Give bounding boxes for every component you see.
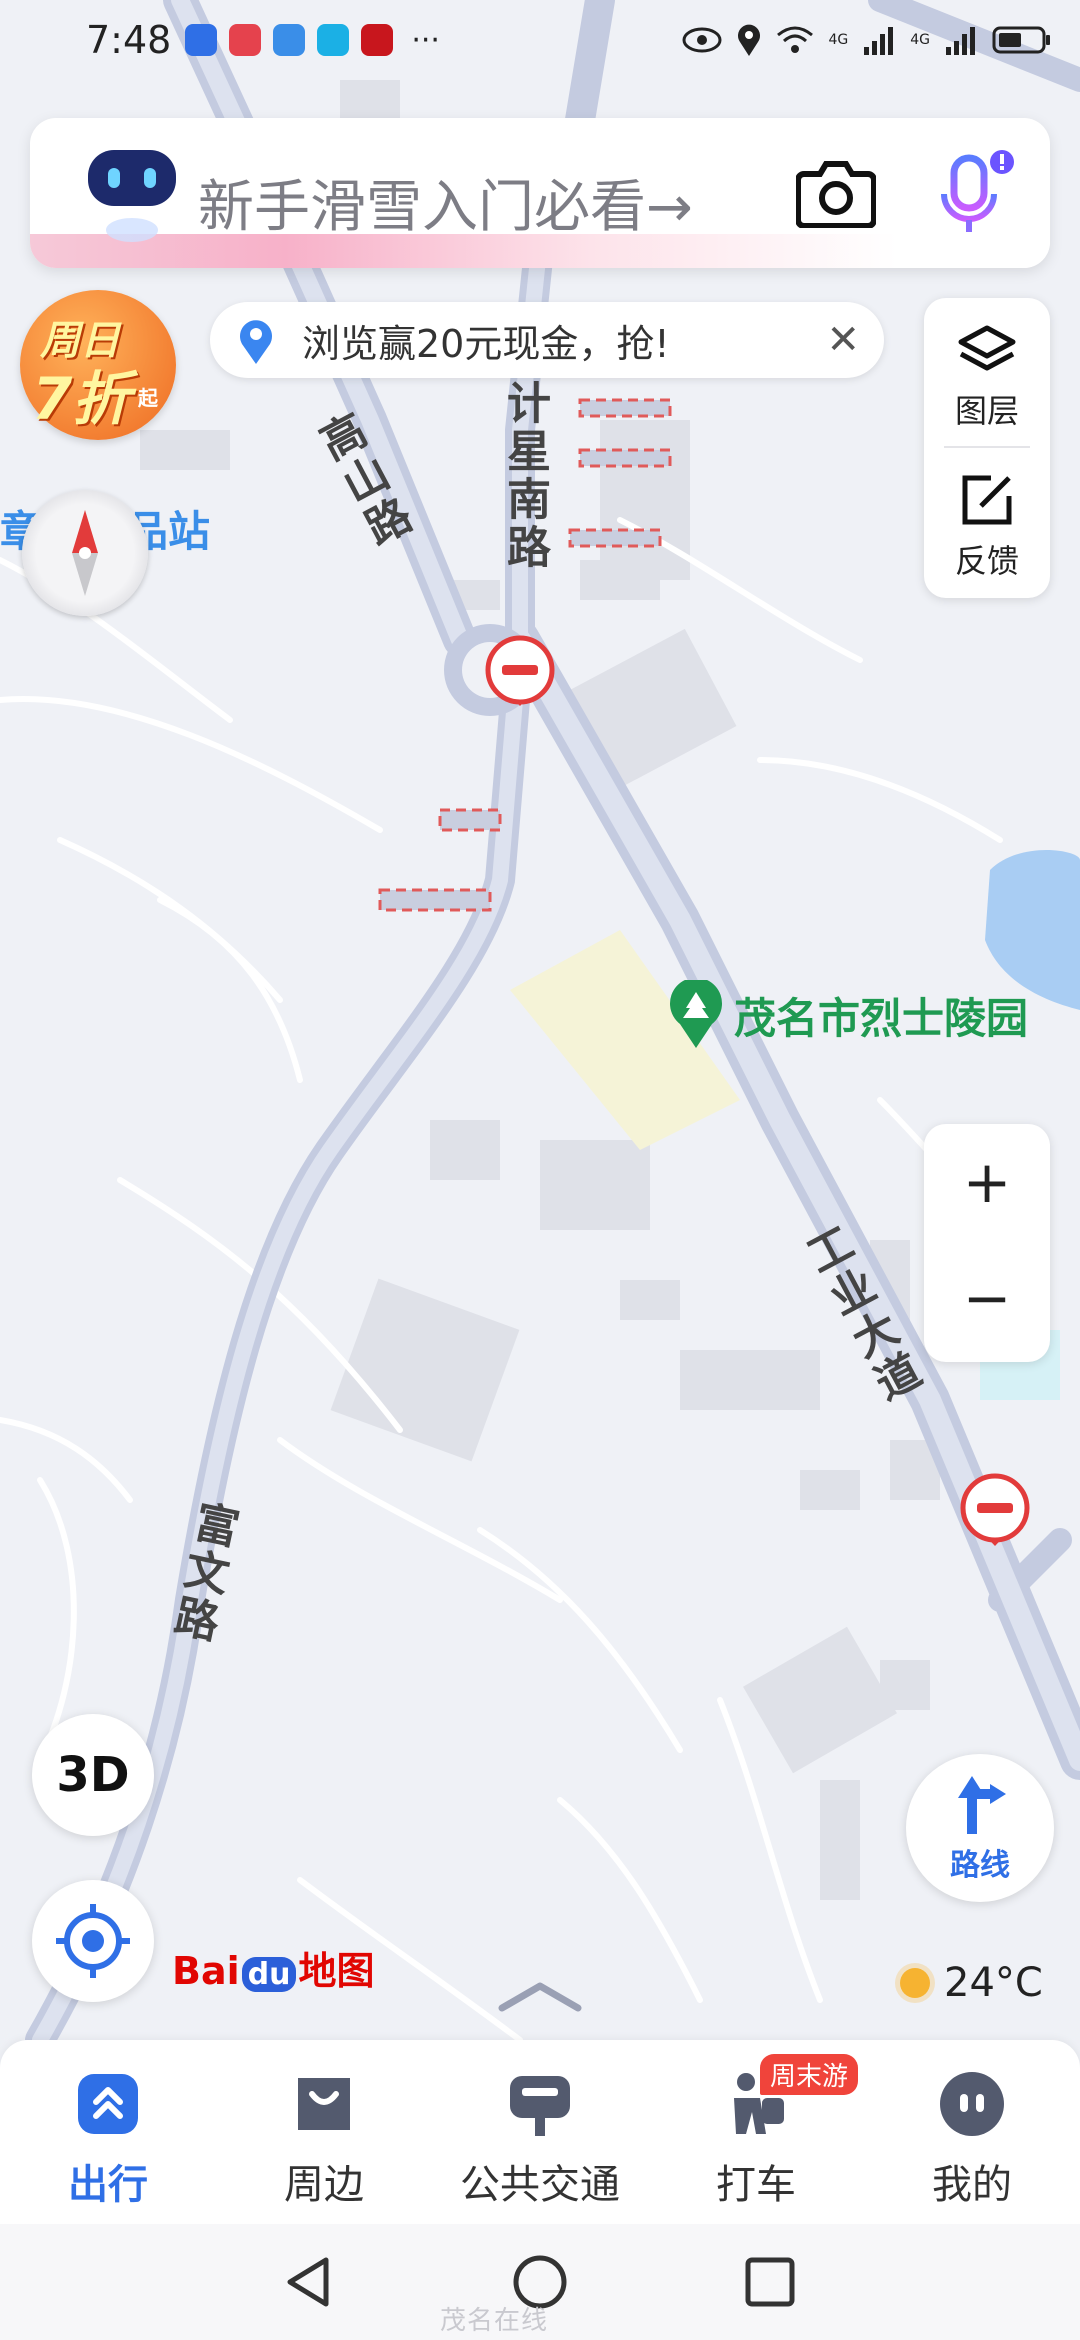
3d-toggle-button[interactable]: 3D (32, 1714, 154, 1836)
microphone-icon[interactable] (930, 148, 1016, 244)
route-label: 路线 (950, 1848, 1010, 1883)
eye-icon (682, 27, 722, 53)
network-type-2: 4G (910, 32, 930, 48)
travel-icon (78, 2074, 138, 2134)
xuexi-app-icon (361, 24, 394, 56)
park-pin-icon (670, 980, 722, 1048)
tab-taxi[interactable]: 周末游 打车 (648, 2040, 864, 2224)
feedback-label: 反馈 (954, 542, 1019, 580)
back-icon[interactable] (280, 2252, 340, 2312)
tab-label: 我的 (932, 2162, 1012, 2208)
bottom-tab-bar: 出行 周边 公共交通 周末游 打车 我的 (0, 2040, 1080, 2224)
weather-indicator[interactable]: 24°C (900, 1960, 1043, 2006)
recent-apps-icon[interactable] (740, 2252, 800, 2312)
search-input[interactable]: 新手滑雪入门必看→ (198, 162, 693, 243)
zoom-in-button[interactable]: + (924, 1148, 1050, 1216)
tab-label: 周边 (284, 2162, 364, 2208)
feedback-edit-icon (962, 475, 1012, 525)
map-side-panel: 图层 反馈 (924, 298, 1050, 598)
locate-icon (56, 1904, 130, 1978)
status-time: 7:48 (86, 18, 172, 62)
signal-icon (946, 27, 975, 55)
baidu-map-logo: Bai du 地图 (172, 1940, 375, 1995)
watermark: 茂名在线 (440, 2306, 549, 2336)
tab-profile[interactable]: 我的 (864, 2040, 1080, 2224)
tab-nearby[interactable]: 周边 (216, 2040, 432, 2224)
poi-label: 茂名市烈士陵园 (734, 993, 1029, 1043)
search-app-icon (317, 24, 350, 56)
huawei-app-icon (229, 24, 262, 56)
temperature: 24°C (944, 1960, 1043, 2006)
more-notifications: ··· (411, 22, 440, 58)
bus-stop-icon (510, 2076, 570, 2136)
weekend-badge: 周末游 (760, 2054, 859, 2095)
reward-notice[interactable]: 浏览赢20元现金，抢! ✕ (210, 302, 884, 378)
feedback-button[interactable]: 反馈 (924, 448, 1050, 596)
route-arrow-icon (958, 1776, 1006, 1834)
tab-label: 出行 (68, 2162, 148, 2208)
poi-martyrs-cemetery[interactable]: 茂名市烈士陵园 (668, 980, 1028, 1050)
profile-face-icon (940, 2072, 1004, 2136)
promo-line2: 7折 (32, 365, 131, 433)
route-button[interactable]: 路线 (906, 1754, 1054, 1902)
camera-icon[interactable] (796, 156, 876, 228)
tab-transit[interactable]: 公共交通 (432, 2040, 648, 2224)
pull-up-chevron-icon[interactable] (492, 1976, 588, 2016)
road-label-jixing: 计星南路 (499, 380, 550, 572)
search-bar[interactable]: 新手滑雪入门必看→ (30, 118, 1050, 268)
signal-icon (864, 27, 894, 55)
logo-bai: Bai (172, 1949, 240, 1993)
cloud-app-icon (273, 24, 306, 56)
sun-icon (900, 1968, 930, 1998)
tab-label: 打车 (716, 2162, 796, 2208)
compass-button[interactable] (22, 490, 148, 616)
robot-assistant-icon[interactable] (82, 142, 182, 242)
layers-button[interactable]: 图层 (924, 298, 1050, 446)
tab-travel[interactable]: 出行 (0, 2040, 216, 2224)
bulb-app-icon (185, 24, 218, 56)
promo-line3: 起 (138, 386, 158, 410)
tab-label: 公共交通 (460, 2162, 620, 2208)
notice-text: 浏览赢20元现金，抢! (302, 321, 670, 366)
zoom-control: + − (924, 1124, 1050, 1362)
nearby-bag-icon (298, 2078, 350, 2130)
compass-needle-icon (72, 510, 98, 596)
logo-ditu: 地图 (298, 1949, 375, 1993)
zoom-out-button[interactable]: − (924, 1264, 1050, 1332)
location-icon (738, 24, 761, 56)
status-bar: 7:48 ··· 4G 4G (0, 0, 1080, 80)
battery-icon (992, 26, 1050, 54)
network-type-1: 4G (828, 32, 849, 48)
layers-label: 图层 (954, 392, 1019, 430)
logo-du: du (241, 1957, 297, 1992)
close-icon[interactable]: ✕ (826, 317, 860, 363)
promo-badge[interactable]: 周日 7折 起 (20, 290, 176, 440)
location-pin-icon (240, 320, 272, 364)
locate-button[interactable] (32, 1880, 154, 2002)
layers-icon (958, 325, 1016, 371)
wifi-icon (777, 26, 814, 53)
